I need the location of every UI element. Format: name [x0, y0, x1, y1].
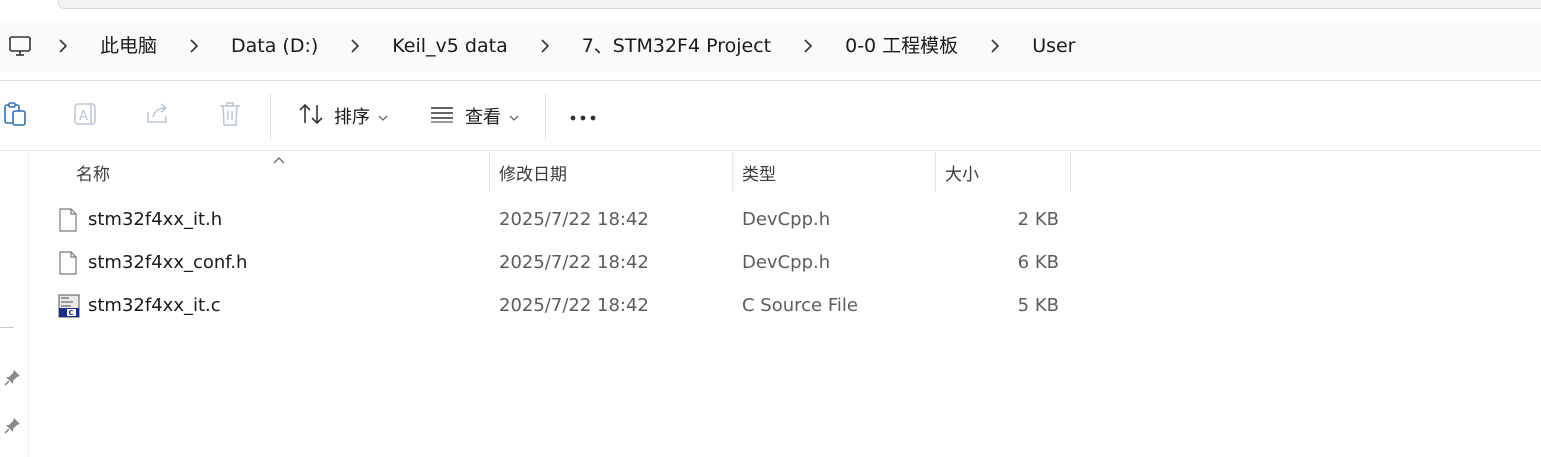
column-header-name[interactable]: 名称 — [66, 151, 490, 193]
chevron-right-icon[interactable] — [972, 20, 1018, 72]
file-type: C Source File — [742, 295, 858, 316]
file-size: 6 KB — [1017, 252, 1059, 273]
view-button[interactable]: 查看 — [420, 82, 528, 150]
nav-pane-divider — [0, 327, 14, 328]
chevron-right-icon[interactable] — [40, 20, 86, 72]
file-name: stm32f4xx_it.h — [88, 209, 223, 230]
column-separator[interactable] — [1070, 152, 1071, 192]
column-header-size[interactable]: 大小 — [935, 151, 1070, 193]
paste-button[interactable] — [0, 82, 30, 150]
column-header-type[interactable]: 类型 — [732, 151, 935, 193]
chevron-right-icon[interactable] — [171, 20, 217, 72]
blank-file-icon — [58, 208, 78, 232]
file-date: 2025/7/22 18:42 — [499, 209, 649, 230]
pin-icon[interactable] — [4, 368, 22, 386]
breadcrumb-stm32f4-project[interactable]: 7、STM32F4 Project — [568, 20, 785, 72]
sort-icon — [298, 103, 324, 129]
chevron-right-icon[interactable] — [785, 20, 831, 72]
more-options-button[interactable] — [560, 82, 606, 150]
blank-file-icon — [58, 251, 78, 275]
file-date: 2025/7/22 18:42 — [499, 252, 649, 273]
table-row[interactable]: stm32f4xx_it.h 2025/7/22 18:42 DevCpp.h … — [48, 198, 1078, 241]
column-header-date[interactable]: 修改日期 — [489, 151, 732, 193]
toolbar-separator — [545, 94, 546, 140]
svg-text:C: C — [69, 309, 74, 317]
file-size: 2 KB — [1017, 209, 1059, 230]
trash-icon — [218, 101, 242, 131]
breadcrumb-user[interactable]: User — [1018, 20, 1089, 72]
chevron-down-icon — [378, 107, 388, 126]
breadcrumb: 此电脑 Data (D:) Keil_v5 data 7、STM32F4 Pro… — [0, 20, 1541, 72]
chevron-right-icon[interactable] — [332, 20, 378, 72]
breadcrumb-this-pc[interactable]: 此电脑 — [86, 20, 171, 72]
navigation-pane[interactable] — [0, 151, 29, 457]
rename-icon: A — [73, 101, 99, 131]
view-list-icon — [429, 105, 455, 127]
sort-button[interactable]: 排序 — [288, 82, 398, 150]
table-row[interactable]: C stm32f4xx_it.c 2025/7/22 18:42 C Sourc… — [48, 284, 1078, 327]
c-source-file-icon: C — [58, 294, 80, 318]
file-name: stm32f4xx_it.c — [88, 295, 221, 316]
share-button[interactable] — [136, 82, 180, 150]
view-label: 查看 — [465, 107, 501, 128]
file-size: 5 KB — [1017, 295, 1059, 316]
address-divider — [0, 80, 1541, 81]
file-type: DevCpp.h — [742, 252, 831, 273]
breadcrumb-project-template[interactable]: 0-0 工程模板 — [831, 20, 972, 72]
pin-icon[interactable] — [4, 416, 22, 434]
toolbar-separator — [270, 94, 271, 140]
file-name: stm32f4xx_conf.h — [88, 252, 248, 273]
file-type: DevCpp.h — [742, 209, 831, 230]
command-bar: A 排序 查看 — [0, 82, 1541, 150]
share-icon — [145, 102, 171, 130]
more-dots-icon — [569, 107, 597, 126]
sort-label: 排序 — [334, 107, 370, 128]
top-strip — [58, 0, 1541, 9]
breadcrumb-data-drive[interactable]: Data (D:) — [217, 20, 332, 72]
chevron-down-icon — [509, 107, 519, 126]
table-row[interactable]: stm32f4xx_conf.h 2025/7/22 18:42 DevCpp.… — [48, 241, 1078, 284]
breadcrumb-keil-data[interactable]: Keil_v5 data — [378, 20, 521, 72]
rename-button[interactable]: A — [64, 82, 108, 150]
chevron-right-icon[interactable] — [522, 20, 568, 72]
computer-icon[interactable] — [0, 20, 40, 72]
clipboard-icon — [3, 101, 27, 131]
delete-button[interactable] — [208, 82, 252, 150]
file-date: 2025/7/22 18:42 — [499, 295, 649, 316]
svg-text:A: A — [79, 109, 88, 124]
